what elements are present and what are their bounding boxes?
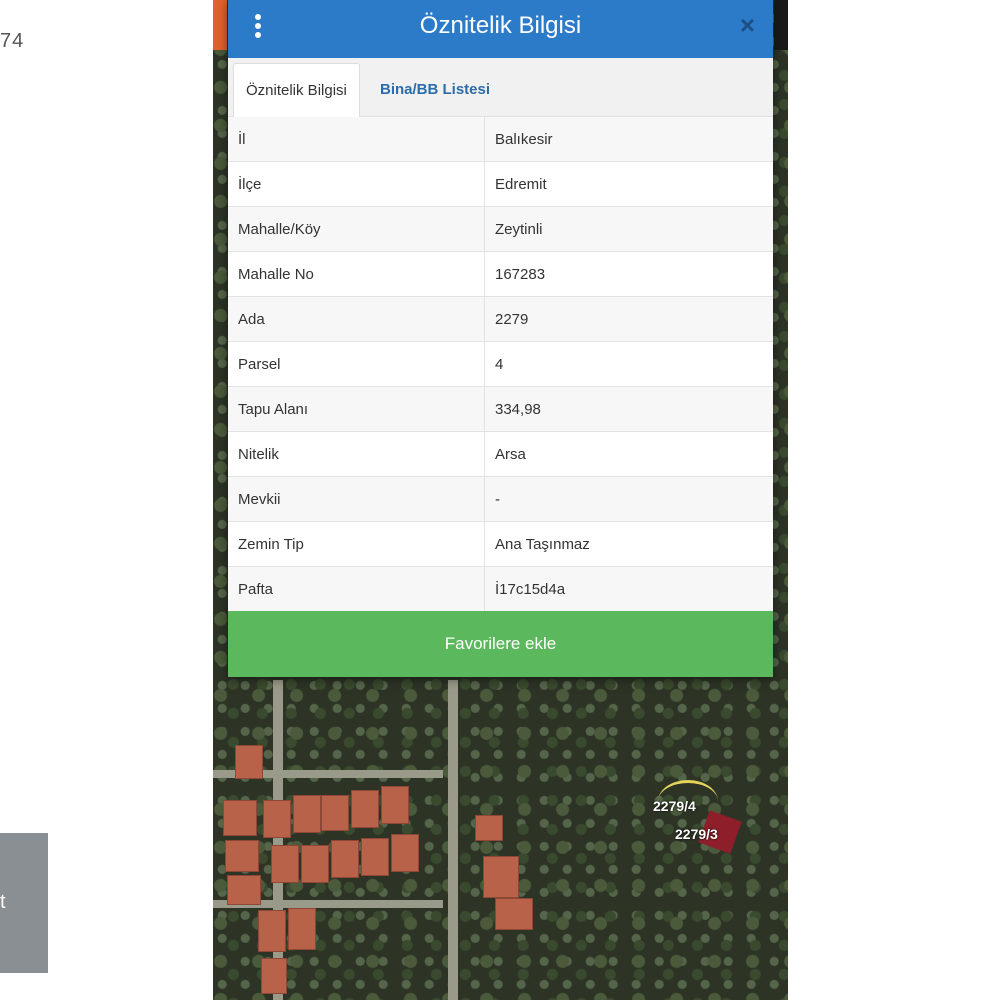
map-building (271, 845, 299, 883)
attribute-value: Edremit (484, 161, 773, 207)
attribute-value: İ17c15d4a (484, 566, 773, 612)
attribute-key: İlçe (228, 161, 485, 207)
parcel-label: 2279/4 (653, 798, 696, 814)
map-road (448, 680, 458, 1000)
tab-attribute-info[interactable]: Öznitelik Bilgisi (233, 63, 360, 117)
map-building (381, 786, 409, 824)
table-row: Parsel 4 (228, 341, 773, 387)
map-building (475, 815, 503, 841)
map-building (391, 834, 419, 872)
attribute-key: Mahalle No (228, 251, 485, 297)
attribute-value: Balıkesir (484, 117, 773, 162)
map-building (495, 898, 533, 930)
attribute-key: Mahalle/Köy (228, 206, 485, 252)
table-row: Mahalle/Köy Zeytinli (228, 206, 773, 252)
attribute-value: Ana Taşınmaz (484, 521, 773, 567)
map-building (483, 856, 519, 898)
table-row: Mevkii - (228, 476, 773, 522)
tab-building-list[interactable]: Bina/BB Listesi (368, 63, 502, 116)
attribute-value: Zeytinli (484, 206, 773, 252)
attribute-value: 334,98 (484, 386, 773, 432)
map-building (223, 800, 257, 836)
map-building (258, 910, 286, 952)
partial-card-text: t (0, 891, 6, 913)
map-building (301, 845, 329, 883)
dialog-title: Öznitelik Bilgisi (419, 12, 582, 39)
table-row: Zemin Tip Ana Taşınmaz (228, 521, 773, 567)
partial-side-card[interactable]: t (0, 833, 48, 973)
dialog-header: Öznitelik Bilgisi × (228, 0, 773, 58)
close-icon[interactable]: × (740, 12, 755, 38)
table-row: İlçe Edremit (228, 161, 773, 207)
map-building (331, 840, 359, 878)
table-row: Mahalle No 167283 (228, 251, 773, 297)
table-row: Tapu Alanı 334,98 (228, 386, 773, 432)
tab-bar: Öznitelik Bilgisi Bina/BB Listesi (228, 58, 773, 117)
table-row: Ada 2279 (228, 296, 773, 342)
attribute-value: 4 (484, 341, 773, 387)
map-building (361, 838, 389, 876)
attribute-value: - (484, 476, 773, 522)
map-building (225, 840, 259, 872)
map-building (227, 875, 261, 905)
map-building (351, 790, 379, 828)
attribute-dialog: Öznitelik Bilgisi × Öznitelik Bilgisi Bi… (228, 0, 773, 677)
map-building (288, 908, 316, 950)
status-strip (213, 0, 227, 50)
attribute-key: Parsel (228, 341, 485, 387)
attribute-value: 2279 (484, 296, 773, 342)
add-to-favorites-button[interactable]: Favorilere ekle (228, 611, 773, 677)
attribute-value: 167283 (484, 251, 773, 297)
map-building (263, 800, 291, 838)
attribute-key: İl (228, 117, 485, 162)
attribute-key: Pafta (228, 566, 485, 612)
attribute-key: Zemin Tip (228, 521, 485, 567)
attribute-key: Ada (228, 296, 485, 342)
attribute-key: Mevkii (228, 476, 485, 522)
attribute-key: Tapu Alanı (228, 386, 485, 432)
map-road (273, 680, 283, 1000)
table-row: Nitelik Arsa (228, 431, 773, 477)
table-row: İl Balıkesir (228, 117, 773, 162)
map-building (321, 795, 349, 831)
attribute-key: Nitelik (228, 431, 485, 477)
parcel-label: 2279/3 (675, 826, 718, 842)
map-building (293, 795, 321, 833)
table-row: Pafta İ17c15d4a (228, 566, 773, 612)
status-strip (774, 0, 788, 50)
partial-number-text: 74 (0, 30, 25, 52)
attribute-value: Arsa (484, 431, 773, 477)
attribute-table: İl Balıkesir İlçe Edremit Mahalle/Köy Zeytinl… (228, 117, 773, 612)
map-building (261, 958, 287, 994)
map-building (235, 745, 263, 779)
